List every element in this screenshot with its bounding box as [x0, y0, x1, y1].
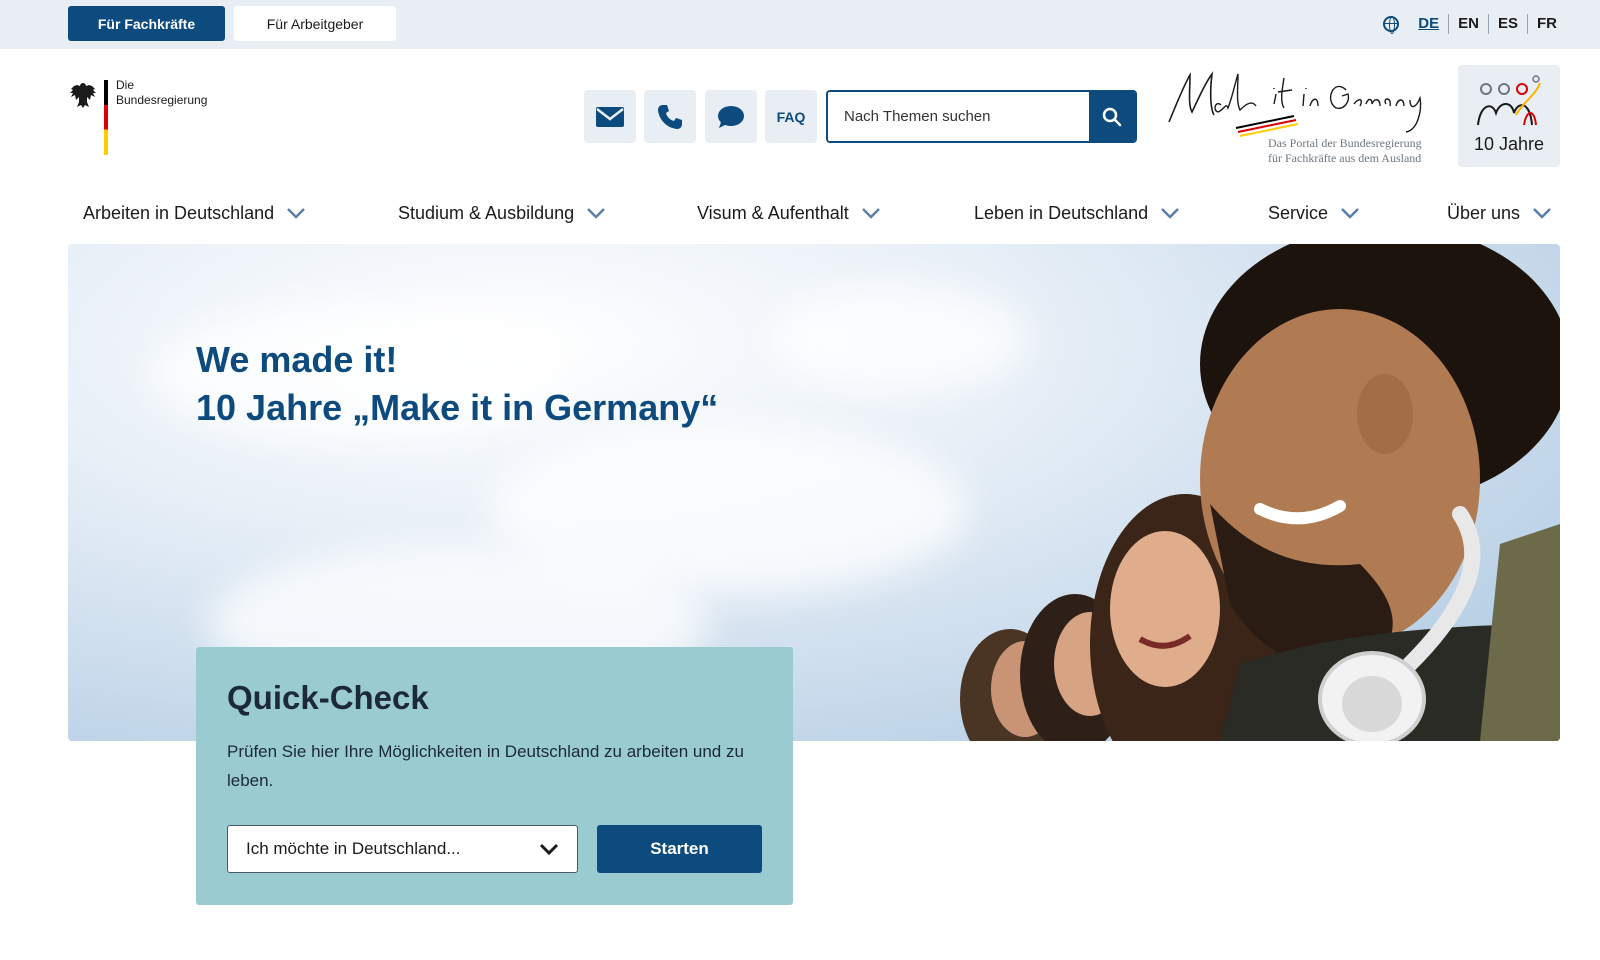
nav-item-studium[interactable]: Studium & Ausbildung: [398, 196, 606, 230]
flag-stripe: [104, 80, 108, 155]
logo-text: Die Bundesregierung: [116, 78, 207, 108]
chevron-down-icon: [287, 208, 306, 219]
search-button[interactable]: [1089, 92, 1135, 141]
nav-item-arbeiten[interactable]: Arbeiten in Deutschland: [83, 196, 306, 230]
quick-check-select[interactable]: Ich möchte in Deutschland...: [227, 825, 578, 873]
language-de[interactable]: DE: [1409, 14, 1448, 34]
quick-check-description: Prüfen Sie hier Ihre Möglichkeiten in De…: [227, 742, 744, 790]
chat-icon: [718, 105, 744, 128]
language-fr[interactable]: FR: [1527, 14, 1566, 34]
top-bar: Für Fachkräfte Für Arbeitgeber DE EN ES …: [0, 0, 1600, 49]
faq-button[interactable]: FAQ: [765, 90, 817, 143]
bundesregierung-logo[interactable]: Die Bundesregierung: [68, 76, 218, 156]
brand-tagline-line-1: Das Portal der Bundesregierung: [1268, 136, 1422, 150]
main-navigation: Arbeiten in Deutschland Studium & Ausbil…: [68, 196, 1560, 230]
logo-line-1: Die: [116, 78, 135, 92]
audience-tab-employers[interactable]: Für Arbeitgeber: [234, 6, 396, 41]
brand-tagline: Das Portal der Bundesregierung für Fachk…: [1268, 136, 1446, 166]
search-icon: [1102, 107, 1122, 126]
chevron-down-icon: [861, 208, 880, 219]
chevron-down-icon: [1533, 208, 1551, 219]
search-box: [826, 90, 1137, 143]
nav-item-visum[interactable]: Visum & Aufenthalt: [697, 196, 881, 230]
quick-check-select-value: Ich möchte in Deutschland...: [246, 839, 461, 858]
nav-item-label: Studium & Ausbildung: [398, 202, 575, 223]
nav-item-ueber-uns[interactable]: Über uns: [1447, 196, 1552, 230]
nav-item-label: Leben in Deutschland: [974, 202, 1149, 223]
language-switcher: DE EN ES FR: [1383, 12, 1566, 36]
phone-icon: [658, 104, 682, 129]
language-en[interactable]: EN: [1448, 14, 1488, 34]
make-it-in-germany-logo[interactable]: Das Portal der Bundesregierung für Fachk…: [1166, 60, 1446, 170]
chevron-down-icon: [539, 843, 559, 856]
anniversary-badge-label: 10 Jahre: [1473, 134, 1545, 154]
chevron-down-icon: [1161, 208, 1180, 219]
contact-phone-button[interactable]: [644, 90, 696, 143]
quick-check-title: Quick-Check: [227, 679, 429, 716]
hero-people-photo: [960, 244, 1560, 741]
nav-item-label: Arbeiten in Deutschland: [83, 202, 275, 223]
nav-item-label: Service: [1268, 202, 1329, 223]
anniversary-badge[interactable]: 10 Jahre: [1458, 65, 1560, 167]
globe-icon: [1383, 16, 1400, 34]
hero-title: We made it! 10 Jahre „Make it in Germany…: [196, 336, 718, 432]
people-group-icon: [1477, 75, 1541, 126]
hero-title-line-1: We made it!: [196, 339, 398, 380]
hero-title-line-2: 10 Jahre „Make it in Germany“: [196, 387, 719, 428]
contact-mail-button[interactable]: [584, 90, 636, 143]
brand-tagline-line-2: für Fachkräfte aus dem Ausland: [1268, 151, 1422, 165]
logo-line-2: Bundesregierung: [116, 93, 208, 107]
federal-eagle-icon: [70, 83, 96, 108]
search-input[interactable]: [828, 92, 1089, 141]
chevron-down-icon: [1341, 208, 1359, 219]
nav-item-leben[interactable]: Leben in Deutschland: [974, 196, 1180, 230]
nav-item-label: Visum & Aufenthalt: [697, 202, 849, 223]
quick-check-start-button[interactable]: Starten: [597, 825, 762, 873]
contact-chat-button[interactable]: [705, 90, 757, 143]
mail-icon: [596, 106, 624, 127]
nav-item-service[interactable]: Service: [1268, 196, 1360, 230]
language-es[interactable]: ES: [1487, 14, 1527, 34]
audience-tab-professionals[interactable]: Für Fachkräfte: [68, 6, 225, 41]
quick-check-panel: Quick-Check Prüfen Sie hier Ihre Möglich…: [196, 647, 793, 905]
make-it-in-germany-script-logo: [1168, 71, 1422, 137]
nav-item-label: Über uns: [1447, 202, 1521, 223]
chevron-down-icon: [587, 208, 606, 219]
